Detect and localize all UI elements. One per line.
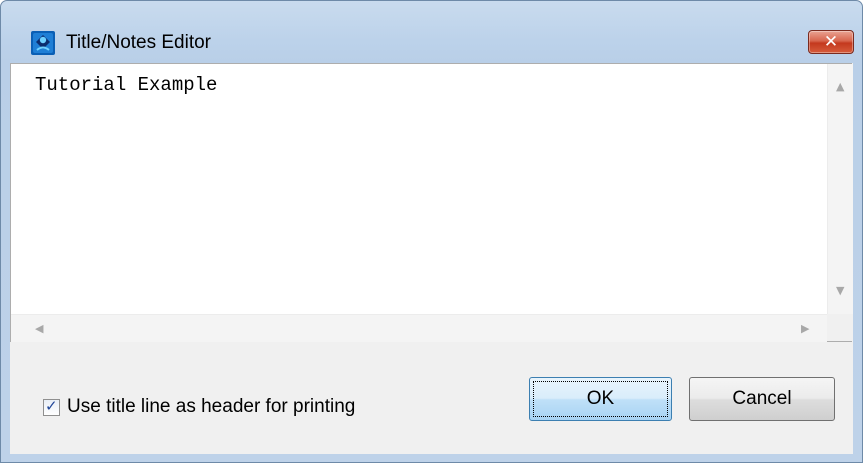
print-header-checkbox[interactable]: ✓ (43, 397, 60, 416)
app-icon (31, 31, 55, 55)
dialog-window: Title/Notes Editor ✕ Tutorial Example ▲ … (0, 0, 863, 463)
ok-button-label: OK (586, 388, 615, 409)
checkmark-icon: ✓ (45, 397, 58, 415)
scroll-right-icon[interactable]: ▶ (801, 323, 809, 334)
cancel-button-label: Cancel (732, 388, 792, 409)
close-button[interactable]: ✕ (808, 30, 854, 54)
vertical-scrollbar[interactable]: ▲ ▼ (827, 64, 853, 314)
notes-text: Tutorial Example (35, 74, 218, 96)
print-header-label[interactable]: Use title line as header for printing (67, 395, 355, 419)
title-bar[interactable]: Title/Notes Editor ✕ (1, 1, 862, 63)
ok-button[interactable]: OK (529, 377, 672, 421)
cancel-button[interactable]: Cancel (689, 377, 835, 421)
close-icon: ✕ (823, 32, 839, 52)
scroll-up-icon[interactable]: ▲ (836, 81, 844, 92)
notes-textarea[interactable]: Tutorial Example ▲ ▼ ◀ ▶ (10, 63, 853, 342)
scroll-left-icon[interactable]: ◀ (35, 323, 43, 334)
scrollbar-corner (827, 314, 852, 341)
scroll-down-icon[interactable]: ▼ (836, 285, 844, 296)
dialog-client-area: Tutorial Example ▲ ▼ ◀ ▶ ✓ Use title lin… (10, 63, 853, 454)
horizontal-scrollbar[interactable]: ◀ ▶ (11, 314, 827, 342)
window-title: Title/Notes Editor (66, 32, 212, 53)
